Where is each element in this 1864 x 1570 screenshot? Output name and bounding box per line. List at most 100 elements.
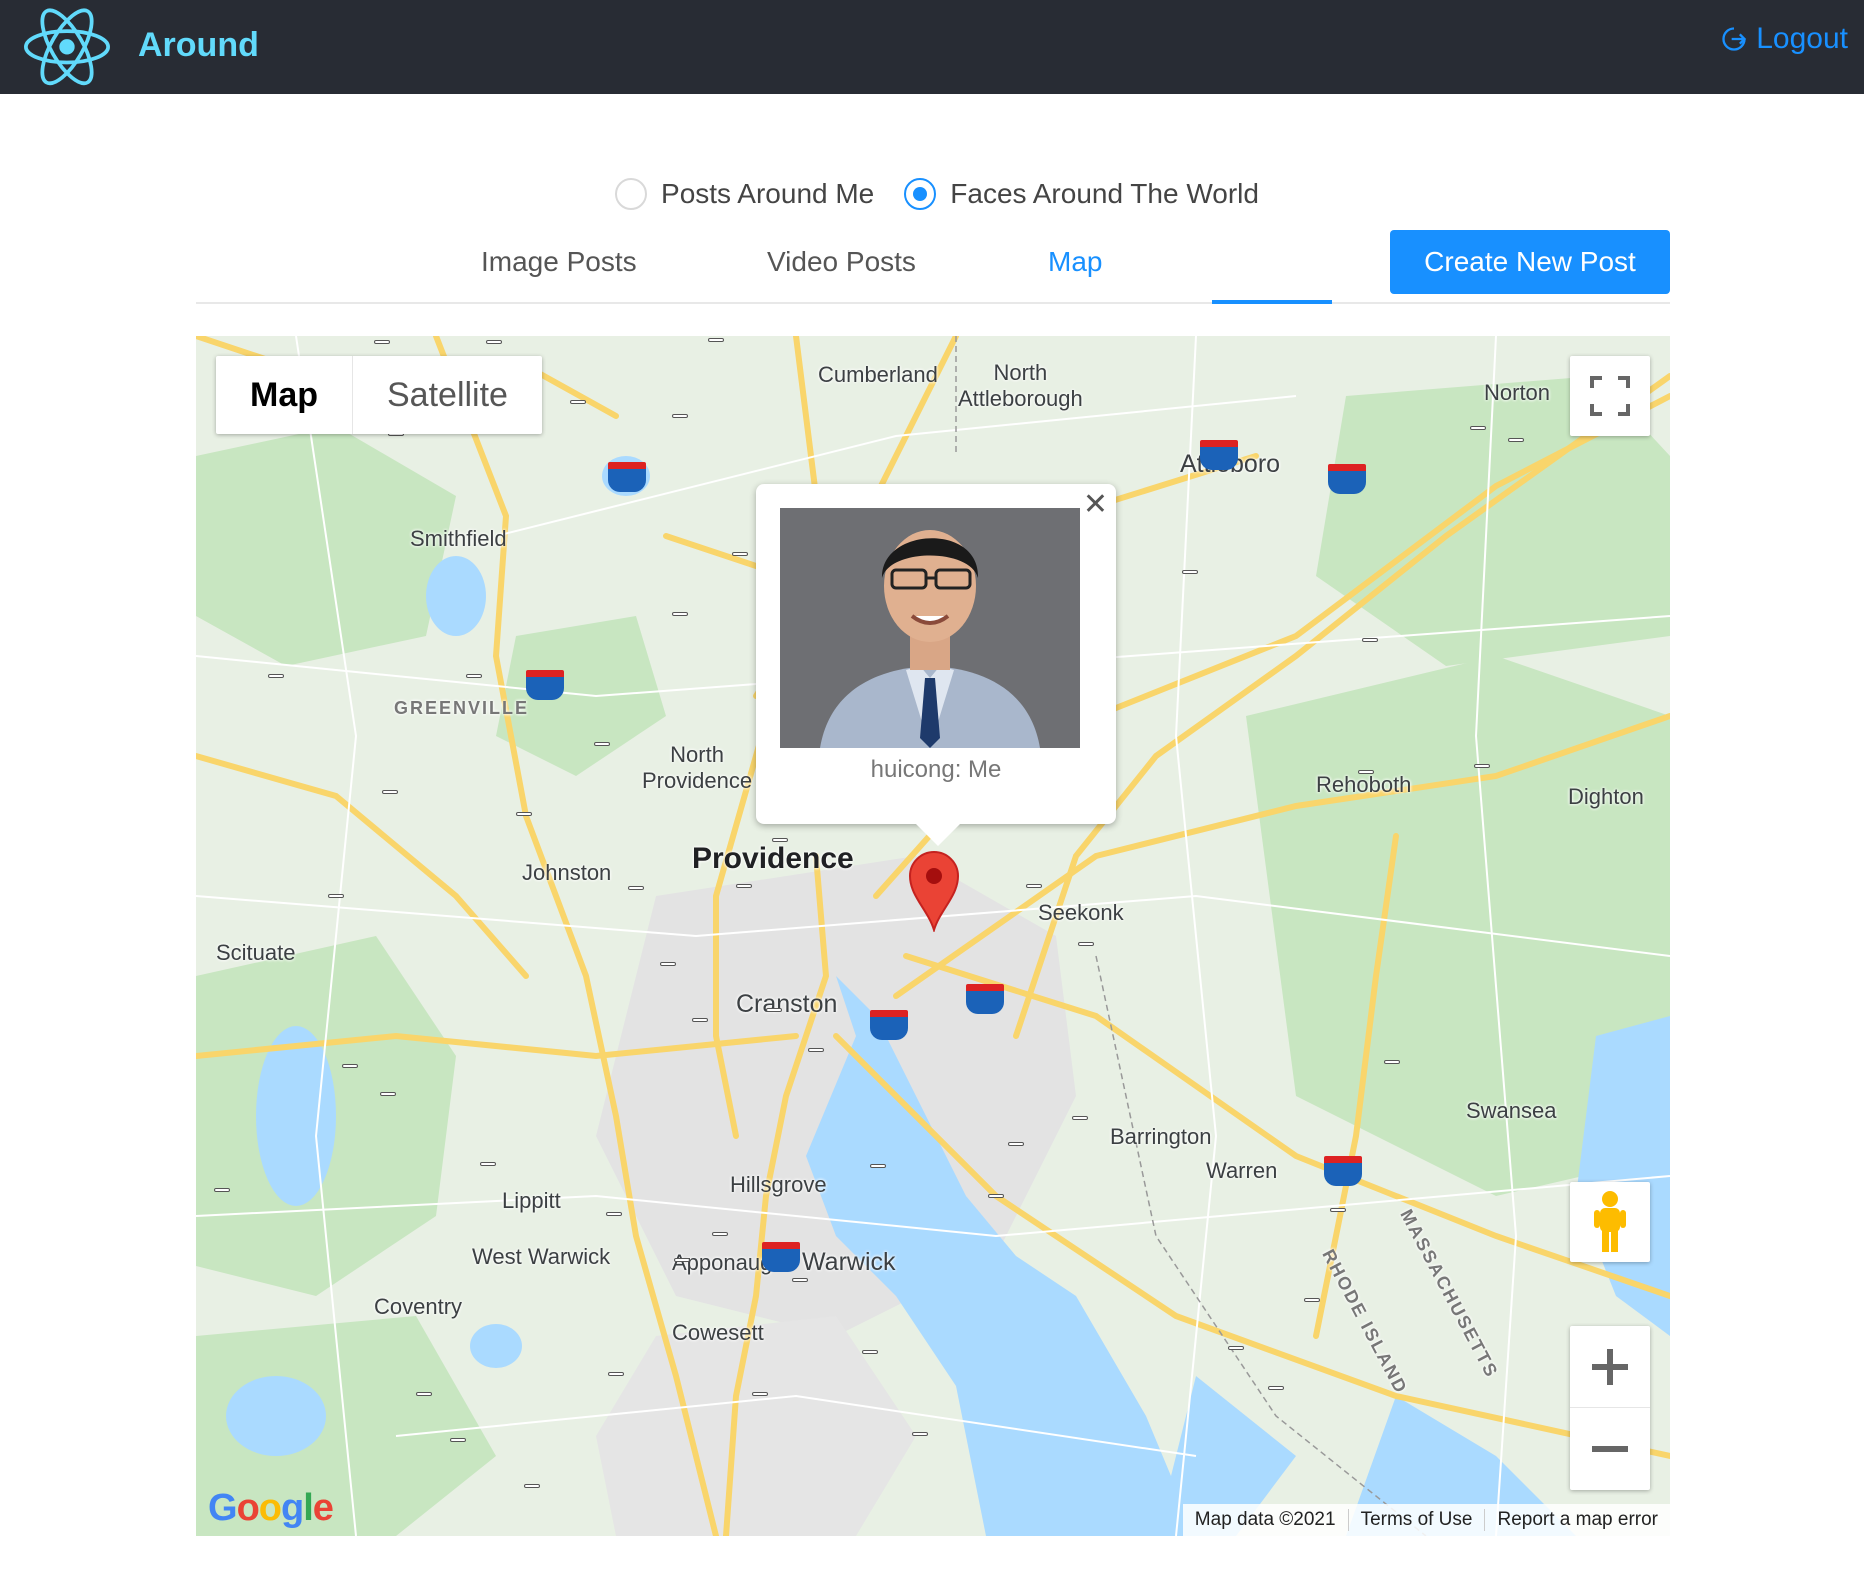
route-shield-icon — [862, 1350, 878, 1354]
map-type-control: Map Satellite — [216, 356, 542, 434]
post-caption: huicong: Me — [870, 756, 1002, 783]
post-tabs: Image Posts Video Posts Map Create New P… — [196, 230, 1670, 304]
zoom-out-button[interactable] — [1570, 1408, 1650, 1490]
logout-icon — [1722, 27, 1747, 51]
route-shield-icon — [1268, 1386, 1284, 1390]
route-shield-icon — [674, 1258, 690, 1262]
zoom-in-button[interactable] — [1570, 1326, 1650, 1408]
route-shield-icon — [792, 1278, 808, 1282]
street-view-pegman-button[interactable] — [1570, 1182, 1650, 1262]
place-label: Warwick — [802, 1248, 896, 1276]
marker-info-window: ✕ huicong: Me — [756, 484, 1116, 846]
post-filter-radio-group: Posts Around Me Faces Around The World — [0, 178, 1864, 210]
route-shield-icon — [516, 812, 532, 816]
place-label: Rehoboth — [1316, 772, 1412, 797]
app-title: Around — [138, 26, 259, 64]
route-shield-icon — [660, 962, 676, 966]
tab-image-posts[interactable]: Image Posts — [481, 246, 637, 278]
tab-map[interactable]: Map — [1048, 246, 1102, 278]
route-shield-icon — [1508, 438, 1524, 442]
place-label: Scituate — [216, 940, 296, 965]
route-shield-icon — [808, 1048, 824, 1052]
route-shield-icon — [912, 1432, 928, 1436]
radio-circle-checked[interactable] — [904, 178, 937, 210]
place-label: Providence — [692, 842, 854, 875]
route-shield-icon — [608, 1372, 624, 1376]
route-shield-icon — [1228, 1346, 1244, 1350]
route-shield-icon — [268, 674, 284, 678]
fullscreen-icon — [1590, 376, 1630, 416]
route-shield-icon — [692, 1018, 708, 1022]
route-shield-icon — [382, 790, 398, 794]
place-label: Apponaug — [672, 1250, 773, 1275]
route-shield-icon — [870, 1164, 886, 1168]
radio-label: Posts Around Me — [661, 178, 875, 209]
route-shield-icon — [416, 1392, 432, 1396]
map-type-satellite-button[interactable]: Satellite — [353, 356, 542, 434]
route-shield-icon — [672, 414, 688, 418]
place-label: Cumberland — [818, 362, 938, 387]
route-shield-icon — [606, 1212, 622, 1216]
place-label: Swansea — [1466, 1098, 1557, 1123]
interstate-shield-icon — [1200, 440, 1238, 470]
route-shield-icon — [752, 1392, 768, 1396]
radio-circle[interactable] — [615, 178, 648, 210]
map-view[interactable]: Providence Cranston Warwick North Provid… — [196, 336, 1670, 1536]
route-shield-icon — [480, 1162, 496, 1166]
interstate-shield-icon — [966, 984, 1004, 1014]
place-label: North Providence — [642, 742, 753, 793]
route-shield-icon — [736, 884, 752, 888]
close-icon[interactable]: ✕ — [1083, 490, 1108, 520]
radio-posts-around-me[interactable]: Posts Around Me — [615, 178, 874, 210]
post-photo — [780, 508, 1080, 748]
route-shield-icon — [988, 1194, 1004, 1198]
route-shield-icon — [1330, 1208, 1346, 1212]
map-marker-icon[interactable] — [908, 850, 960, 932]
interstate-shield-icon — [608, 462, 646, 492]
place-label: Smithfield — [410, 526, 507, 551]
report-map-error-link[interactable]: Report a map error — [1484, 1509, 1670, 1531]
route-shield-icon — [1072, 1116, 1088, 1120]
place-label: Warren — [1206, 1158, 1278, 1183]
place-label: Dighton — [1568, 784, 1644, 809]
route-shield-icon — [524, 1484, 540, 1488]
route-shield-icon — [1304, 1298, 1320, 1302]
route-shield-icon — [672, 612, 688, 616]
tab-video-posts[interactable]: Video Posts — [767, 246, 916, 278]
create-new-post-button[interactable]: Create New Post — [1390, 230, 1670, 294]
route-shield-icon — [772, 838, 788, 842]
map-attribution: Map data ©2021 Terms of Use Report a map… — [1182, 1504, 1670, 1536]
route-shield-icon — [374, 340, 390, 344]
route-shield-icon — [214, 1188, 230, 1192]
active-tab-indicator — [1212, 300, 1332, 304]
route-shield-icon — [1026, 884, 1042, 888]
app-header: Around Logout — [0, 0, 1864, 94]
interstate-shield-icon — [1324, 1156, 1362, 1186]
interstate-shield-icon — [1328, 464, 1366, 494]
interstate-shield-icon — [762, 1242, 800, 1272]
place-label: North Attleborough — [958, 360, 1083, 411]
route-shield-icon — [342, 1064, 358, 1068]
logout-label: Logout — [1756, 22, 1848, 55]
terms-of-use-link[interactable]: Terms of Use — [1347, 1509, 1485, 1531]
react-logo-icon — [24, 8, 110, 86]
route-shield-icon — [708, 338, 724, 342]
radio-faces-around-the-world[interactable]: Faces Around The World — [904, 178, 1259, 210]
fullscreen-button[interactable] — [1570, 356, 1650, 436]
map-data-credit: Map data ©2021 — [1194, 1509, 1336, 1530]
map-type-map-button[interactable]: Map — [216, 356, 353, 434]
place-label: GREENVILLE — [394, 698, 530, 718]
route-shield-icon — [732, 552, 748, 556]
google-logo: Google — [208, 1487, 334, 1529]
route-shield-icon — [1358, 770, 1374, 774]
place-label: West Warwick — [472, 1244, 611, 1269]
route-shield-icon — [450, 1438, 466, 1442]
interstate-shield-icon — [526, 670, 564, 700]
place-label: Hillsgrove — [730, 1172, 827, 1197]
place-label: Cowesett — [672, 1320, 764, 1345]
route-shield-icon — [712, 1232, 728, 1236]
logout-link[interactable]: Logout — [1720, 22, 1848, 56]
route-shield-icon — [1384, 1060, 1400, 1064]
route-shield-icon — [766, 1008, 782, 1012]
place-label: Coventry — [374, 1294, 463, 1319]
